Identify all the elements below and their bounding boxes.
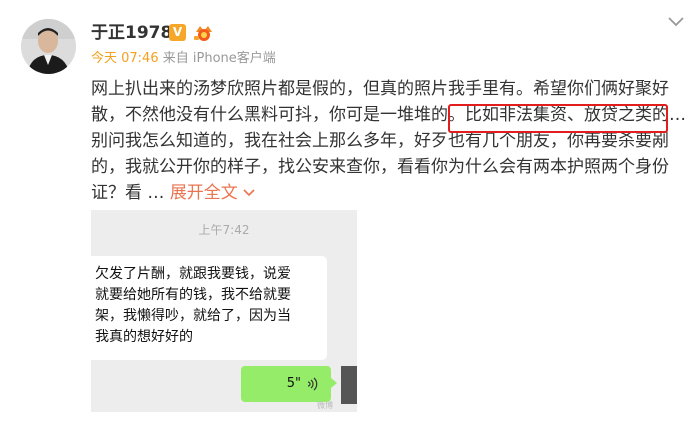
post-line: 别问我怎么知道的，我在社会上那么多年，好歹也有几个朋友，你再要杀要剐 (91, 131, 669, 151)
expand-full-text-link[interactable]: 展开全文 (170, 183, 256, 203)
chat-screenshot-image[interactable]: 上午7:42 欠发了片酬，就跟我要钱，说爱 就要给她所有的钱，我不给就要 架，我… (91, 210, 357, 412)
post-text: 网上扒出来的汤梦欣照片都是假的，但真的照片我手里有。希望你们俩好聚好 散，不然他… (91, 76, 686, 206)
username[interactable]: 于正1978 (91, 22, 172, 44)
chat-timestamp: 上午7:42 (198, 223, 250, 237)
voice-duration: 5" (286, 376, 301, 391)
chat-avatar (341, 366, 357, 404)
post-line: 网上扒出来的汤梦欣照片都是假的，但真的照片我手里有。希望你们俩好聚好 (91, 79, 669, 99)
post-line: 的，我就公开你的样子，找公安来查你，看看你为什么会有两本护照两个身份 (91, 157, 669, 177)
chevron-down-icon[interactable] (666, 14, 686, 28)
post-meta: 今天 07:46 来自 iPhone客户端 (91, 50, 276, 68)
chevron-down-icon (243, 189, 255, 197)
chat-message-bubble: 欠发了片酬，就跟我要钱，说爱 就要给她所有的钱，我不给就要 架，我懒得吵，就给了… (91, 256, 327, 360)
voice-wave-icon (307, 377, 318, 391)
chat-message-line: 欠发了片酬，就跟我要钱，说爱 (95, 266, 291, 282)
chat-message-line: 架，我懒得吵，就给了，因为当 (95, 308, 291, 324)
post-source: 来自 iPhone客户端 (162, 51, 276, 66)
post-line: 证？看 … (91, 183, 170, 203)
verified-badge-icon: V (169, 24, 186, 41)
avatar-photo (21, 19, 76, 74)
voice-message-bubble: 5" (241, 366, 331, 402)
post-time[interactable]: 今天 07:46 (91, 51, 159, 66)
watermark: 微博 (317, 401, 333, 410)
voice-bubble-tail (331, 378, 337, 388)
expand-label: 展开全文 (169, 183, 238, 203)
post-line: 散，不然他没有什么黑料可抖，你可是一堆堆的。比如非法集资、放贷之类的… (91, 105, 686, 125)
post-line-last: 证？看 … 展开全文 (91, 180, 681, 206)
vip-medal-icon (194, 26, 212, 41)
chat-message-line: 就要给她所有的钱，我不给就要 (95, 287, 291, 303)
avatar[interactable] (21, 19, 76, 74)
chat-message-line: 我真的想好好的 (95, 329, 193, 345)
